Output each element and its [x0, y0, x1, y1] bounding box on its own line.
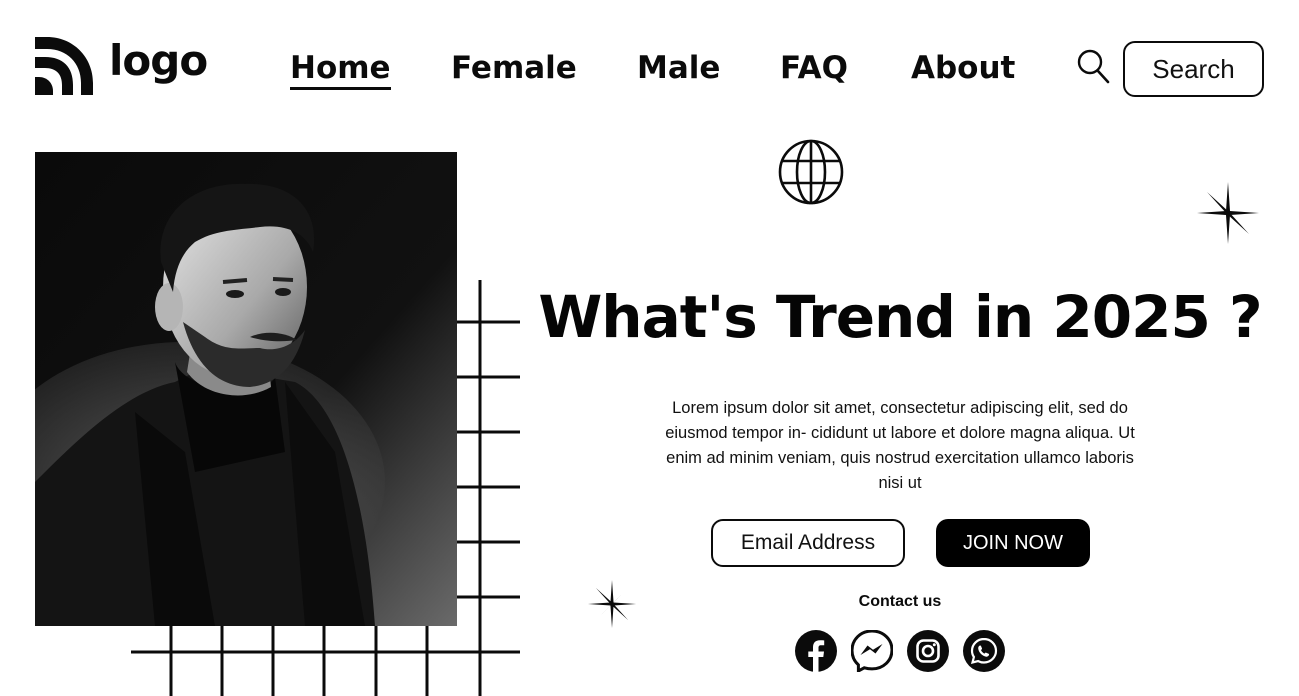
join-now-button[interactable]: JOIN NOW: [936, 519, 1090, 567]
search-icon[interactable]: [1076, 48, 1110, 84]
nav-faq[interactable]: FAQ: [780, 50, 848, 87]
logo-text: logo: [109, 36, 208, 85]
nav-female[interactable]: Female: [451, 50, 577, 87]
hero-title: What's Trend in 2025 ?: [538, 283, 1262, 351]
whatsapp-icon[interactable]: [963, 630, 1005, 672]
logo-mark-icon: [35, 37, 93, 95]
nav-home[interactable]: Home: [290, 50, 391, 91]
email-field[interactable]: [711, 519, 905, 567]
messenger-icon[interactable]: [851, 630, 893, 672]
sparkle-icon: [588, 580, 636, 628]
facebook-icon[interactable]: [795, 630, 837, 672]
nav-male[interactable]: Male: [637, 50, 720, 87]
sparkle-icon: [1197, 182, 1259, 244]
search-button[interactable]: Search: [1123, 41, 1264, 97]
nav-about[interactable]: About: [911, 50, 1015, 87]
instagram-icon[interactable]: [907, 630, 949, 672]
globe-icon: [778, 139, 844, 205]
hero-portrait-image: [35, 152, 457, 626]
contact-label: Contact us: [858, 593, 942, 610]
hero-description: Lorem ipsum dolor sit amet, consectetur …: [665, 399, 1135, 492]
logo[interactable]: logo: [35, 36, 208, 95]
